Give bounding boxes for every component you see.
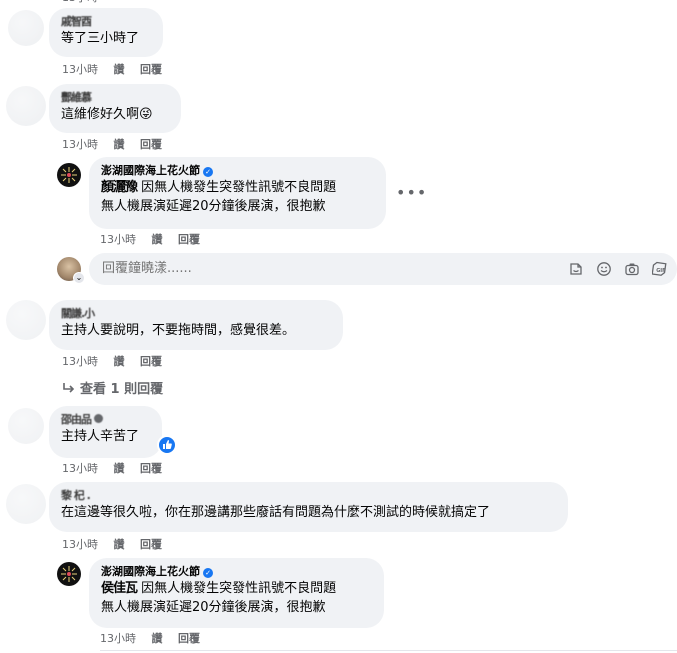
- reply-button[interactable]: 回覆: [140, 355, 162, 368]
- comment-author[interactable]: 黎 杞 .: [61, 488, 556, 503]
- camera-icon[interactable]: [624, 261, 640, 277]
- comment-time[interactable]: 13小時: [62, 355, 98, 368]
- comment-bubble: 戚智酉 等了三小時了: [49, 8, 163, 57]
- fireworks-logo-icon: [61, 566, 77, 582]
- comment-text: 主持人辛苦了: [61, 429, 140, 444]
- comment-text: 等了三小時了: [61, 31, 140, 46]
- cut-meta: 13小時: [62, 0, 110, 5]
- divider: [100, 650, 677, 651]
- like-button[interactable]: 讚: [114, 138, 125, 151]
- comment-author[interactable]: 邵由品: [61, 412, 150, 427]
- page-avatar[interactable]: [57, 163, 81, 187]
- comment-meta: 13小時 讚 回覆: [62, 538, 174, 552]
- badge-icon: [93, 414, 103, 423]
- reply-button[interactable]: 回覆: [140, 138, 162, 151]
- comment-text: 主持人要說明，不要拖時間，感覺很差。: [61, 323, 296, 338]
- comment-author[interactable]: 酆維慕: [61, 90, 169, 105]
- comment-meta: 13小時 讚 回覆: [100, 233, 212, 247]
- avatar[interactable]: [6, 300, 46, 340]
- like-button[interactable]: 讚: [152, 632, 163, 645]
- avatar[interactable]: [8, 10, 44, 46]
- comment-bubble: 關謙.小 主持人要說明，不要拖時間，感覺很差。: [49, 300, 343, 350]
- comment-time[interactable]: 13小時: [100, 632, 136, 645]
- fireworks-logo-icon: [61, 167, 77, 183]
- like-button[interactable]: 讚: [114, 462, 125, 475]
- reply-button[interactable]: 回覆: [178, 632, 200, 645]
- comment-time[interactable]: 13小時: [62, 538, 98, 551]
- comment-author[interactable]: 戚智酉: [61, 14, 151, 29]
- comment-time[interactable]: 13小時: [62, 63, 98, 76]
- comment-text-line2: 無人機展演延遲20分鐘後展演，很抱歉: [101, 600, 326, 615]
- like-button[interactable]: 讚: [114, 538, 125, 551]
- reply-input[interactable]: [100, 260, 404, 277]
- comment-bubble: 黎 杞 . 在這邊等很久啦，你在那邊講那些廢話有問題為什麼不測試的時候就搞定了: [49, 482, 568, 532]
- comment-text-line2: 無人機展演延遲20分鐘後展演，很抱歉: [101, 199, 326, 214]
- comment-text: 在這邊等很久啦，你在那邊講那些廢話有問題為什麼不測試的時候就搞定了: [61, 505, 491, 520]
- comment-bubble: 澎湖國際海上花火節 ✓ 顏灑豫 因無人機發生突發性訊號不良問題 無人機展演延遲20…: [89, 157, 386, 229]
- comment-meta: 13小時 讚 回覆: [62, 63, 174, 77]
- avatar[interactable]: [6, 484, 46, 524]
- reply-composer: GIF: [89, 253, 677, 285]
- page-avatar[interactable]: [57, 562, 81, 586]
- sticker-icon[interactable]: [568, 261, 584, 277]
- comment-text: 侯佳瓦 因無人機發生突發性訊號不良問題: [101, 581, 337, 596]
- comment-text: 這維修好久啊😜: [61, 107, 153, 122]
- comment-meta: 13小時 讚 回覆: [100, 632, 212, 646]
- chevron-down-icon[interactable]: ⌄: [73, 272, 85, 284]
- gif-icon[interactable]: GIF: [652, 261, 668, 277]
- comment-meta: 13小時 讚 回覆: [62, 138, 174, 152]
- comment-author[interactable]: 澎湖國際海上花火節 ✓: [101, 163, 374, 178]
- reply-button[interactable]: 回覆: [140, 538, 162, 551]
- comment-author[interactable]: 澎湖國際海上花火節 ✓: [101, 564, 372, 579]
- like-button[interactable]: 讚: [152, 233, 163, 246]
- verified-icon: ✓: [203, 568, 213, 578]
- verified-icon: ✓: [203, 167, 213, 177]
- thumb-icon: [163, 440, 172, 449]
- reply-button[interactable]: 回覆: [140, 63, 162, 76]
- avatar[interactable]: [8, 408, 44, 444]
- like-button[interactable]: 讚: [114, 63, 125, 76]
- comment-author[interactable]: 關謙.小: [61, 306, 331, 321]
- like-button[interactable]: 讚: [114, 355, 125, 368]
- comment-bubble: 邵由品 主持人辛苦了: [49, 406, 162, 458]
- comment-bubble: 澎湖國際海上花火節 ✓ 侯佳瓦 因無人機發生突發性訊號不良問題 無人機展演延遲20…: [89, 558, 384, 628]
- emoji-icon[interactable]: [596, 261, 612, 277]
- more-icon[interactable]: •••: [396, 183, 427, 202]
- like-icon[interactable]: [157, 435, 177, 455]
- comment-time[interactable]: 13小時: [62, 462, 98, 475]
- reply-button[interactable]: 回覆: [178, 233, 200, 246]
- avatar[interactable]: [6, 86, 46, 126]
- reply-arrow-icon: [63, 383, 75, 393]
- comment-meta: 13小時 讚 回覆: [62, 355, 174, 369]
- view-replies-button[interactable]: 查看 1 則回覆: [62, 378, 163, 397]
- comment-time[interactable]: 13小時: [62, 138, 98, 151]
- mention[interactable]: 侯佳瓦: [101, 581, 138, 596]
- comment-time[interactable]: 13小時: [100, 233, 136, 246]
- comment-text: 顏灑豫 因無人機發生突發性訊號不良問題: [101, 180, 337, 195]
- svg-text:GIF: GIF: [656, 268, 665, 274]
- mention[interactable]: 顏灑豫: [101, 180, 138, 195]
- comment-bubble: 酆維慕 這維修好久啊😜: [49, 84, 181, 133]
- comment-meta: 13小時 讚 回覆: [62, 462, 174, 476]
- reply-button[interactable]: 回覆: [140, 462, 162, 475]
